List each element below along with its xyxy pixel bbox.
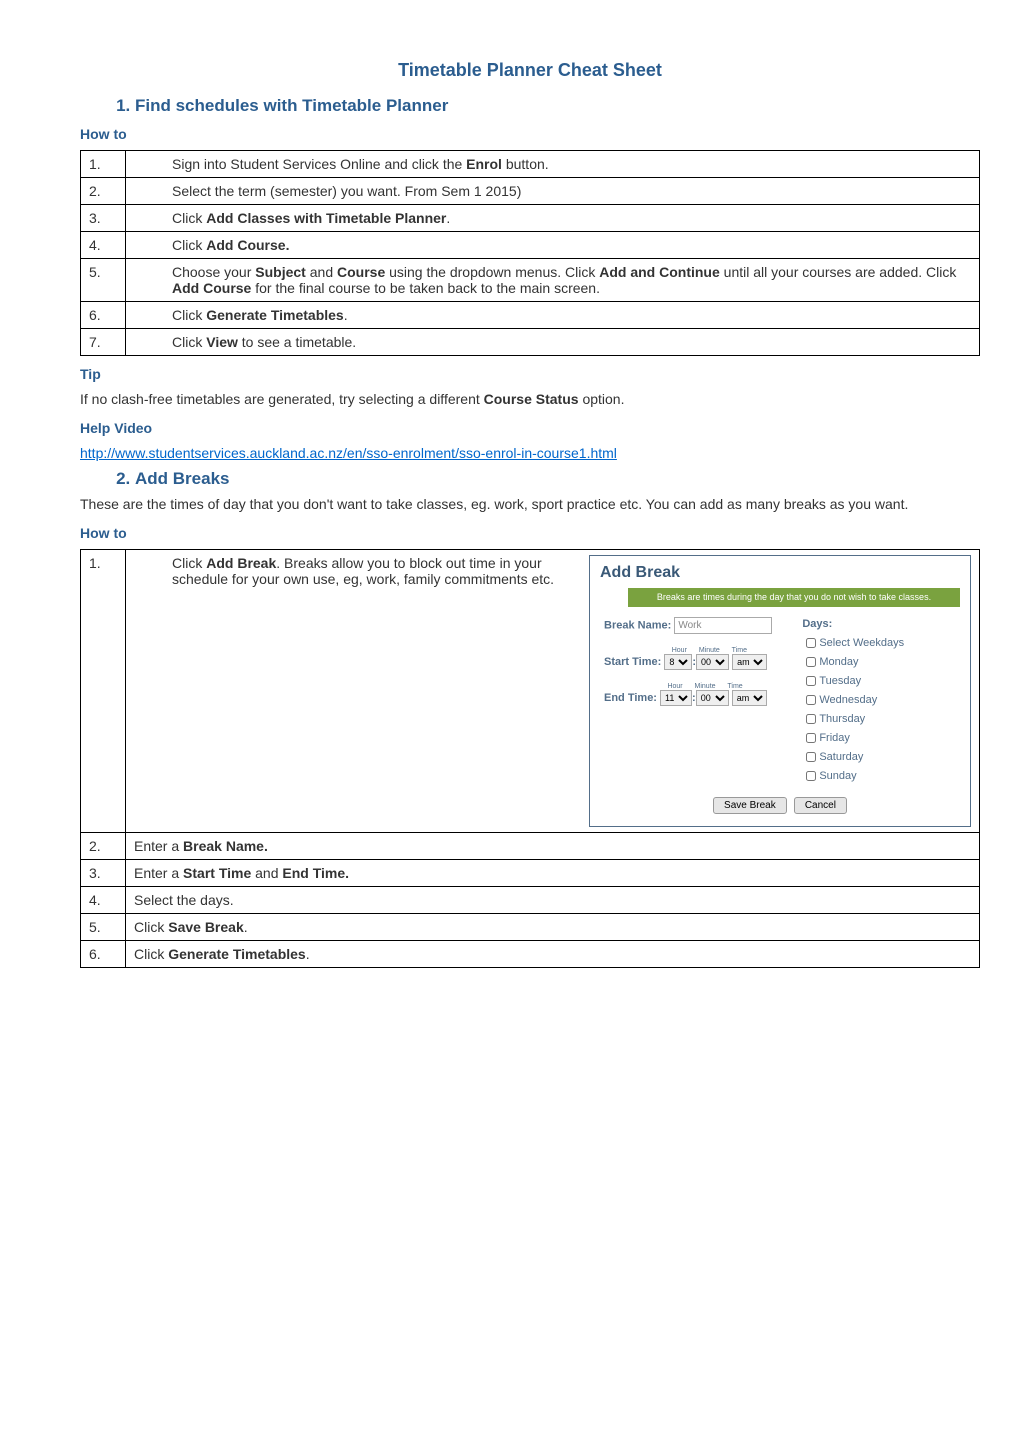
step-text: Click Generate Timetables.	[134, 307, 971, 323]
table-row: 2. Select the term (semester) you want. F…	[81, 178, 980, 205]
section-2-intro: These are the times of day that you don'…	[80, 495, 980, 515]
end-time-label: End Time:	[604, 691, 657, 703]
day-label: Saturday	[819, 751, 863, 763]
end-ampm-select[interactable]: am	[732, 690, 767, 706]
table-row: 4. Click Add Course.	[81, 232, 980, 259]
table-row: 4. Select the days.	[81, 886, 980, 913]
panel-title: Add Break	[600, 564, 960, 582]
step-num: 4.	[81, 886, 126, 913]
section-1: Find schedules with Timetable Planner	[135, 96, 980, 116]
day-label: Select Weekdays	[819, 637, 904, 649]
step-num: 6.	[81, 302, 126, 329]
step-text: Enter a Start Time and End Time.	[134, 865, 971, 881]
table-row: 2. Enter a Break Name.	[81, 832, 980, 859]
day-label: Wednesday	[819, 694, 877, 706]
help-video-link[interactable]: http://www.studentservices.auckland.ac.n…	[80, 445, 617, 461]
table-row: 1. Sign into Student Services Online and …	[81, 151, 980, 178]
day-checkbox-monday[interactable]	[806, 657, 816, 667]
help-video-label: Help Video	[80, 420, 980, 436]
day-label: Monday	[819, 656, 858, 668]
end-hour-select[interactable]: 11	[660, 690, 692, 706]
start-time-row: Start Time: HourMinuteTime 8:00 am	[604, 642, 772, 670]
hour-minilabel: Hour	[664, 647, 694, 654]
table-row: 6. Click Generate Timetables.	[81, 940, 980, 967]
day-checkbox-sunday[interactable]	[806, 771, 816, 781]
minute-minilabel-2: Minute	[690, 683, 720, 690]
section-2: Add Breaks	[135, 469, 980, 489]
days-column: Days: Select Weekdays Monday Tuesday Wed…	[802, 617, 904, 787]
panel-form-left: Break Name: Start Time: HourMinuteTime 8…	[604, 617, 772, 787]
step-text: Select the days.	[134, 892, 971, 908]
howto-label-2: How to	[80, 525, 980, 541]
table-row: 3. Click Add Classes with Timetable Plann…	[81, 205, 980, 232]
break-name-row: Break Name:	[604, 617, 772, 634]
day-label: Friday	[819, 732, 850, 744]
days-label: Days:	[802, 617, 904, 631]
step-num: 5.	[81, 259, 126, 302]
day-label: Thursday	[819, 713, 865, 725]
step-text: Select the term (semester) you want. Fro…	[134, 183, 971, 199]
step-text: Choose your Subject and Course using the…	[134, 264, 971, 296]
table-row: 6. Click Generate Timetables.	[81, 302, 980, 329]
end-minute-select[interactable]: 00	[696, 690, 729, 706]
step-text: Sign into Student Services Online and cl…	[134, 156, 971, 172]
step-num: 3.	[81, 205, 126, 232]
step-text: Click Add Classes with Timetable Planner…	[134, 210, 971, 226]
table-row: 3. Enter a Start Time and End Time.	[81, 859, 980, 886]
table-row: 5.Choose your Subject and Course using t…	[81, 259, 980, 302]
day-checkbox-tuesday[interactable]	[806, 676, 816, 686]
panel-banner: Breaks are times during the day that you…	[628, 588, 960, 607]
step-text: Click Save Break.	[134, 919, 971, 935]
document-page: Timetable Planner Cheat Sheet Find sched…	[0, 0, 1020, 1038]
step-num: 4.	[81, 232, 126, 259]
page-title: Timetable Planner Cheat Sheet	[80, 60, 980, 81]
save-break-button[interactable]: Save Break	[713, 797, 787, 814]
break-name-label: Break Name:	[604, 619, 671, 631]
end-time-row: End Time: HourMinuteTime 11:00 am	[604, 678, 772, 706]
section-1-heading: Find schedules with Timetable Planner	[135, 96, 448, 115]
day-label: Tuesday	[819, 675, 861, 687]
step-text: Click Generate Timetables.	[134, 946, 971, 962]
time-minilabel: Time	[724, 647, 754, 654]
step-num: 6.	[81, 940, 126, 967]
step-text: Click Add Break. Breaks allow you to blo…	[134, 555, 579, 587]
start-hour-select[interactable]: 8	[664, 654, 692, 670]
break-name-input[interactable]	[674, 617, 772, 634]
cancel-button[interactable]: Cancel	[794, 797, 847, 814]
start-minute-select[interactable]: 00	[696, 654, 729, 670]
day-checkbox-friday[interactable]	[806, 733, 816, 743]
step-num: 1.	[81, 549, 126, 832]
minute-minilabel: Minute	[694, 647, 724, 654]
step-num: 7.	[81, 329, 126, 356]
table-row: 1. Click Add Break. Breaks allow you to …	[81, 549, 980, 832]
start-time-label: Start Time:	[604, 655, 661, 667]
start-ampm-select[interactable]: am	[732, 654, 767, 670]
day-checkbox-saturday[interactable]	[806, 752, 816, 762]
add-break-panel: Add Break Breaks are times during the da…	[589, 555, 971, 827]
step-text: Click View to see a timetable.	[134, 334, 971, 350]
step-num: 3.	[81, 859, 126, 886]
step-num: 2.	[81, 832, 126, 859]
day-checkbox-wednesday[interactable]	[806, 695, 816, 705]
section-1-steps-table: 1. Sign into Student Services Online and …	[80, 150, 980, 356]
table-row: 7. Click View to see a timetable.	[81, 329, 980, 356]
tip-label: Tip	[80, 366, 980, 382]
step-text: Enter a Break Name.	[134, 838, 971, 854]
table-row: 5. Click Save Break.	[81, 913, 980, 940]
tip-text: If no clash-free timetables are generate…	[80, 390, 980, 410]
day-checkbox-thursday[interactable]	[806, 714, 816, 724]
step-text: Click Add Course.	[134, 237, 971, 253]
step-num: 1.	[81, 151, 126, 178]
step-num: 2.	[81, 178, 126, 205]
day-label: Sunday	[819, 770, 856, 782]
section-2-heading: Add Breaks	[135, 469, 229, 488]
hour-minilabel-2: Hour	[660, 683, 690, 690]
step-num: 5.	[81, 913, 126, 940]
howto-label-1: How to	[80, 126, 980, 142]
section-2-steps-table: 1. Click Add Break. Breaks allow you to …	[80, 549, 980, 968]
day-checkbox-weekdays[interactable]	[806, 638, 816, 648]
time-minilabel-2: Time	[720, 683, 750, 690]
